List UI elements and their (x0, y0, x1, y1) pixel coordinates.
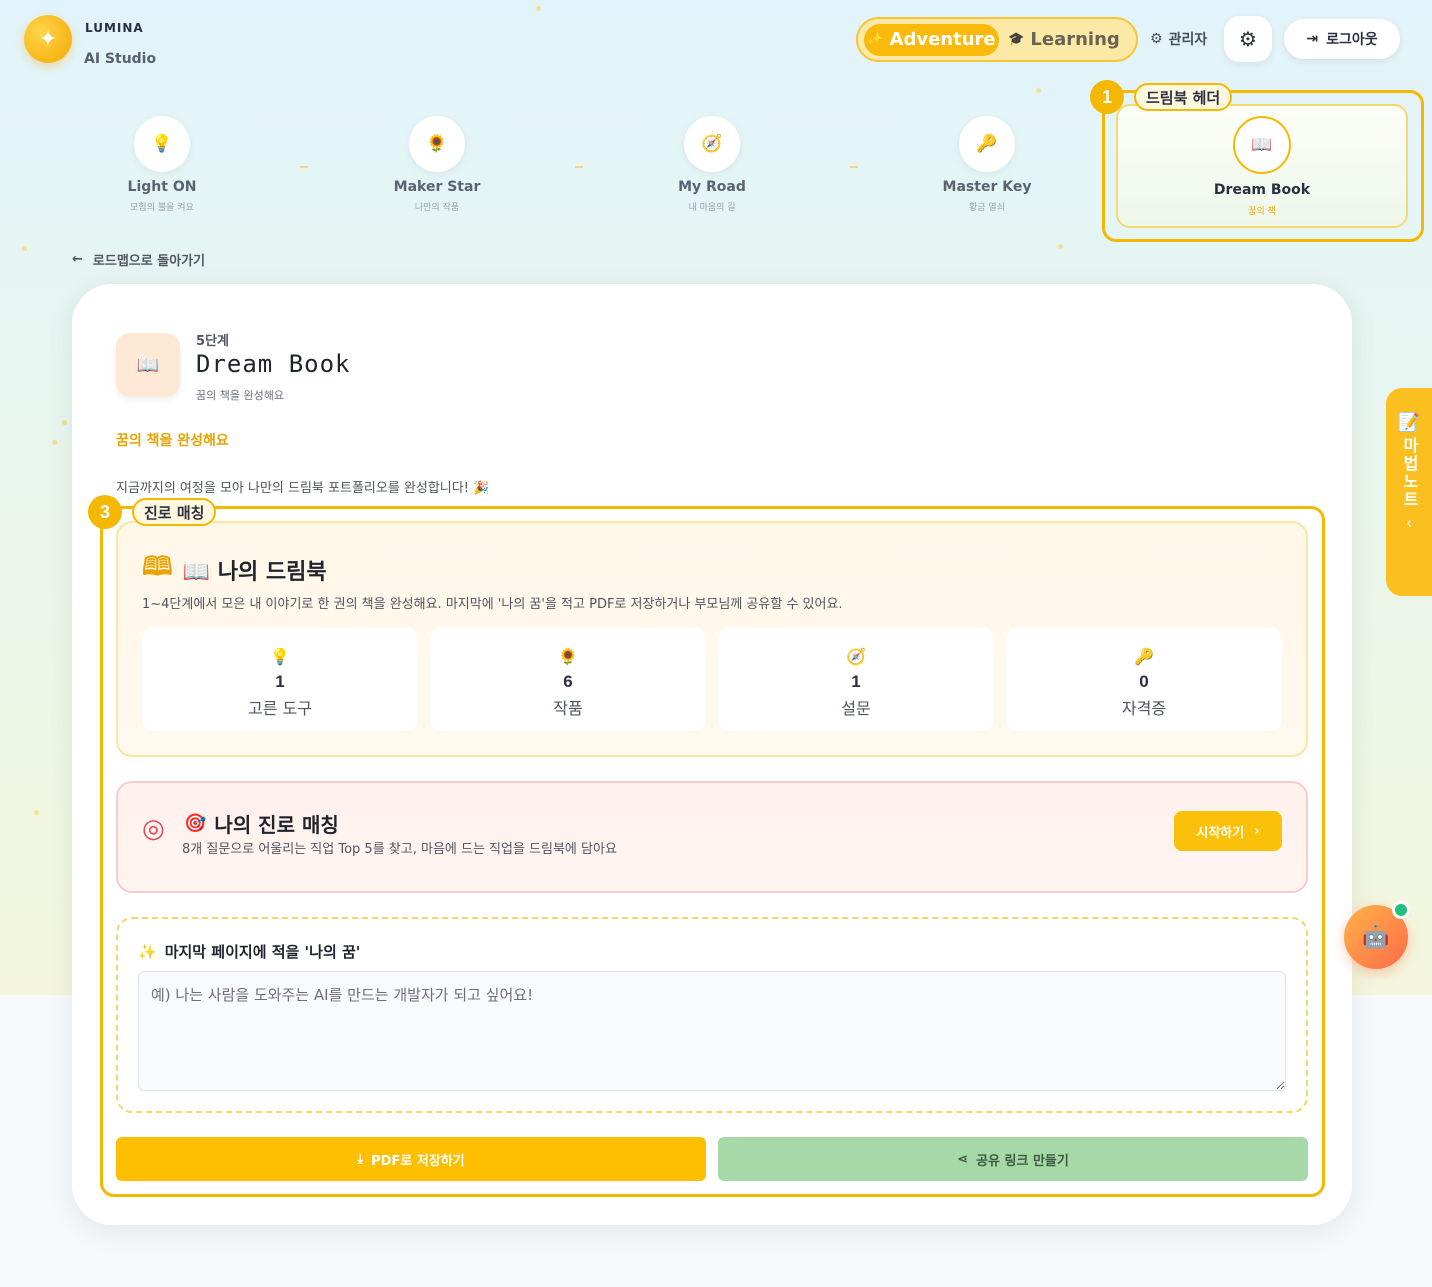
roadmap-stage-light-on[interactable]: 💡 Light ON 모험의 불을 켜요 (72, 116, 252, 213)
book-icon: 📖 (116, 333, 180, 397)
sunflower-icon: 🌻 (409, 116, 465, 172)
annotation-box-career-matching (100, 506, 1325, 1197)
logo-sparkle-icon[interactable]: ✦ (24, 15, 72, 63)
annotation-box-dreambook-header (1102, 90, 1424, 242)
annotation-label: 드림북 헤더 (1134, 83, 1233, 111)
brand-subtitle: AI Studio (84, 51, 157, 67)
annotation-number: 3 (88, 495, 122, 529)
key-icon: 🔑 (959, 116, 1015, 172)
roadmap-stage-master-key[interactable]: 🔑 Master Key 황금 열쇠 (897, 116, 1077, 213)
page-subtitle: 꿈의 책을 완성해요 (196, 389, 284, 402)
admin-link[interactable]: ⚙ 관리자 (1150, 29, 1207, 49)
logout-label: 로그아웃 (1326, 32, 1378, 48)
annotation-label: 진로 매칭 (132, 498, 217, 526)
stage-name: Light ON (127, 179, 197, 195)
brand-name: LUMINA (85, 21, 144, 35)
lightbulb-icon: 💡 (134, 116, 190, 172)
stage-name: Master Key (942, 179, 1032, 195)
notebook-icon: 📝 (1397, 412, 1421, 433)
mode-adventure-button[interactable]: ✨ Adventure (864, 23, 999, 56)
stage-highlight: 꿈의 책을 완성해요 (116, 433, 229, 449)
settings-button[interactable]: ⚙ (1224, 16, 1272, 62)
back-label: 로드맵으로 돌아가기 (92, 254, 206, 269)
stage-sub: 모험의 불을 켜요 (130, 203, 194, 213)
sparkle-icon: ✨ (867, 32, 884, 47)
gear-icon: ⚙ (1150, 31, 1163, 47)
online-status-dot (1392, 901, 1410, 919)
roadmap-stage-maker-star[interactable]: 🌻 Maker Star 나만의 작품 (347, 116, 527, 213)
chevron-left-icon: ‹ (1405, 513, 1413, 532)
stage-step: 5단계 (196, 334, 229, 349)
settings-gear-icon: ⚙ (1239, 27, 1257, 51)
magic-note-tab[interactable]: 📝 마법노트 ‹ (1386, 388, 1432, 596)
stage-name: Maker Star (393, 179, 481, 195)
logout-icon: ⇥ (1306, 31, 1319, 47)
magic-note-label: 마법노트 (1400, 437, 1419, 509)
mode-toggle: ✨ Adventure 🎓 Learning (856, 17, 1138, 62)
roadmap-stage-my-road[interactable]: 🧭 My Road 내 마음의 길 (622, 116, 802, 213)
page-title: Dream Book (196, 350, 351, 378)
mode-learning-button[interactable]: 🎓 Learning (999, 24, 1129, 56)
stage-intro: 지금까지의 여정을 모아 나만의 드림북 포트폴리오를 완성합니다! 🎉 (116, 481, 490, 496)
stage-name: My Road (678, 179, 746, 195)
stage-sub: 나만의 작품 (414, 203, 460, 213)
mode-learning-label: Learning (1030, 29, 1120, 50)
mode-adventure-label: Adventure (889, 29, 996, 50)
arrow-left-icon: ← (72, 252, 83, 267)
stage-sub: 내 마음의 길 (688, 203, 736, 213)
annotation-number: 1 (1090, 80, 1124, 114)
graduation-cap-icon: 🎓 (1008, 32, 1025, 47)
compass-icon: 🧭 (684, 116, 740, 172)
stage-sub: 황금 열쇠 (969, 203, 1005, 213)
admin-label: 관리자 (1168, 32, 1208, 48)
logout-button[interactable]: ⇥ 로그아웃 (1284, 19, 1400, 59)
robot-icon: 🤖 (1362, 924, 1390, 950)
back-to-roadmap-link[interactable]: ← 로드맵으로 돌아가기 (72, 250, 205, 269)
